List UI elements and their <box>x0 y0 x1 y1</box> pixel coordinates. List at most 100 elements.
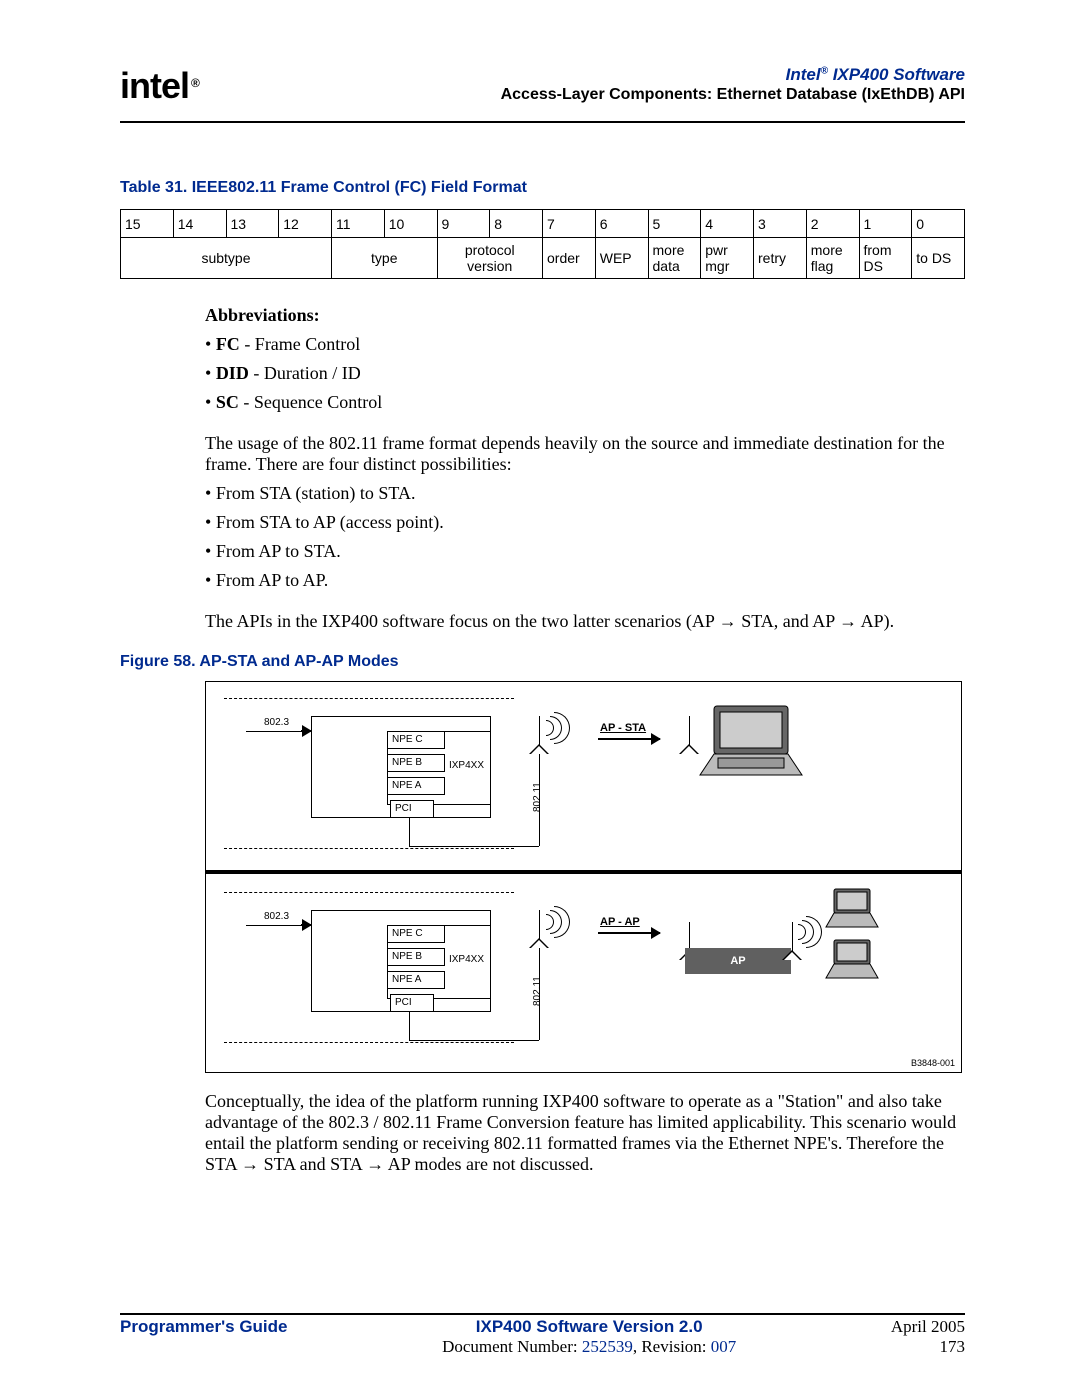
product-name: Intel <box>786 65 821 84</box>
npe-b: NPE B <box>387 754 445 772</box>
laptop-icon <box>696 702 806 780</box>
footer-date: April 2005 <box>891 1317 965 1337</box>
bit-cell: 0 <box>912 210 965 238</box>
logo-text: intel <box>120 65 189 106</box>
product-suffix: IXP400 Software <box>828 65 965 84</box>
possibility-item: From STA (station) to STA. <box>223 483 965 504</box>
ixp-inner: NPE C NPE B NPE A IXP4XX <box>387 925 491 999</box>
dashed-boundary <box>224 892 514 893</box>
footer-version: IXP400 Software Version 2.0 <box>288 1317 891 1337</box>
footer-rule <box>120 1313 965 1315</box>
pci-label: PCI <box>390 994 434 1012</box>
bit-cell: 2 <box>806 210 859 238</box>
figure-caption: Figure 58. AP-STA and AP-AP Modes <box>120 653 965 671</box>
revision-value: 007 <box>711 1337 737 1356</box>
v-label-80211-bot: 802.11 <box>532 976 543 1006</box>
field-cell: more data <box>648 238 701 279</box>
mode-arrow <box>598 738 660 740</box>
bit-cell: 12 <box>279 210 332 238</box>
bit-cell: 3 <box>754 210 807 238</box>
abbr-item: FC - Frame Control <box>223 334 965 355</box>
eth-arrow <box>301 730 311 732</box>
registered-mark: ® <box>191 76 199 90</box>
paragraph-focus: The APIs in the IXP400 software focus on… <box>205 611 965 632</box>
table-caption: Table 31. IEEE802.11 Frame Control (FC) … <box>120 179 965 197</box>
figure-id: B3848-001 <box>911 1058 955 1068</box>
field-cell: from DS <box>859 238 912 279</box>
field-cell: order <box>543 238 596 279</box>
product-title: Intel® IXP400 Software <box>501 65 965 85</box>
ixp-label: IXP4XX <box>449 954 484 965</box>
footer-docnum: Document Number: 252539, Revision: 007 <box>288 1337 891 1357</box>
field-cell: WEP <box>595 238 648 279</box>
possibilities-list: From STA (station) to STA. From STA to AP… <box>205 483 965 591</box>
ixp-box-top: NPE C NPE B NPE A IXP4XX PCI <box>311 716 491 818</box>
paragraph-usage: The usage of the 802.11 frame format dep… <box>205 433 965 475</box>
bit-cell: 14 <box>173 210 226 238</box>
page-header: intel® Intel® IXP400 Software Access-Lay… <box>120 65 965 121</box>
bit-cell: 15 <box>121 210 174 238</box>
npe-a: NPE A <box>387 777 445 795</box>
field-cell: more flag <box>806 238 859 279</box>
field-cell: protocol version <box>437 238 543 279</box>
bit-cell: 9 <box>437 210 490 238</box>
possibility-item: From STA to AP (access point). <box>223 512 965 533</box>
page-footer: Programmer's Guide IXP400 Software Versi… <box>120 1313 965 1357</box>
field-cell: type <box>332 238 438 279</box>
abbreviations-list: FC - Frame Control DID - Duration / ID SC … <box>205 334 965 413</box>
intel-logo: intel® <box>120 65 199 107</box>
pci-line <box>409 1012 410 1040</box>
ixp-label: IXP4XX <box>449 760 484 771</box>
figure-diagram: 802.3 NPE C NPE B NPE A IXP4XX PCI 802.1… <box>205 681 962 1073</box>
revision-prefix: , Revision: <box>633 1337 711 1356</box>
figure-divider <box>206 870 961 874</box>
mode-label-ap-ap: AP - AP <box>600 916 640 928</box>
npe-a: NPE A <box>387 971 445 989</box>
bit-cell: 4 <box>701 210 754 238</box>
npe-c: NPE C <box>387 925 445 943</box>
abbreviations-heading: Abbreviations: <box>205 305 965 326</box>
docnum-prefix: Document Number: <box>442 1337 582 1356</box>
ixp-inner: NPE C NPE B NPE A IXP4XX <box>387 731 491 805</box>
mode-arrow <box>598 932 660 934</box>
bit-cell: 6 <box>595 210 648 238</box>
field-label-row: subtypetypeprotocol versionorderWEPmore … <box>121 238 965 279</box>
bit-cell: 5 <box>648 210 701 238</box>
header-rule <box>120 121 965 123</box>
laptop-icon <box>824 887 880 929</box>
ap-label: AP <box>730 955 745 967</box>
pci-line <box>409 818 410 846</box>
v-label-80211-top: 802.11 <box>532 782 543 812</box>
docnum-value: 252539 <box>582 1337 633 1356</box>
bit-cell: 1 <box>859 210 912 238</box>
field-cell: retry <box>754 238 807 279</box>
pci-label: PCI <box>390 800 434 818</box>
possibility-item: From AP to AP. <box>223 570 965 591</box>
paragraph-concept: Conceptually, the idea of the platform r… <box>205 1091 965 1176</box>
dashed-boundary <box>224 1042 514 1043</box>
dashed-boundary <box>224 698 514 699</box>
bit-cell: 11 <box>332 210 385 238</box>
registered-mark-small: ® <box>821 65 828 76</box>
bit-cell: 13 <box>226 210 279 238</box>
bit-number-row: 1514131211109876543210 <box>121 210 965 238</box>
npe-b: NPE B <box>387 948 445 966</box>
ixp-box-bot: NPE C NPE B NPE A IXP4XX PCI <box>311 910 491 1012</box>
chapter-title: Access-Layer Components: Ethernet Databa… <box>501 86 965 104</box>
dashed-boundary <box>224 848 514 849</box>
footer-left: Programmer's Guide <box>120 1317 288 1357</box>
eth-label-top: 802.3 <box>264 717 289 728</box>
possibility-item: From AP to STA. <box>223 541 965 562</box>
abbr-item: SC - Sequence Control <box>223 392 965 413</box>
mode-label-ap-sta: AP - STA <box>600 722 646 734</box>
pci-to-ant-line <box>409 846 539 847</box>
field-cell: subtype <box>121 238 332 279</box>
bit-cell: 10 <box>384 210 437 238</box>
footer-page: 173 <box>891 1337 965 1357</box>
bit-cell: 7 <box>543 210 596 238</box>
bit-cell: 8 <box>490 210 543 238</box>
npe-c: NPE C <box>387 731 445 749</box>
laptop-icon <box>824 938 880 980</box>
abbr-item: DID - Duration / ID <box>223 363 965 384</box>
pci-to-ant-line <box>409 1040 539 1041</box>
